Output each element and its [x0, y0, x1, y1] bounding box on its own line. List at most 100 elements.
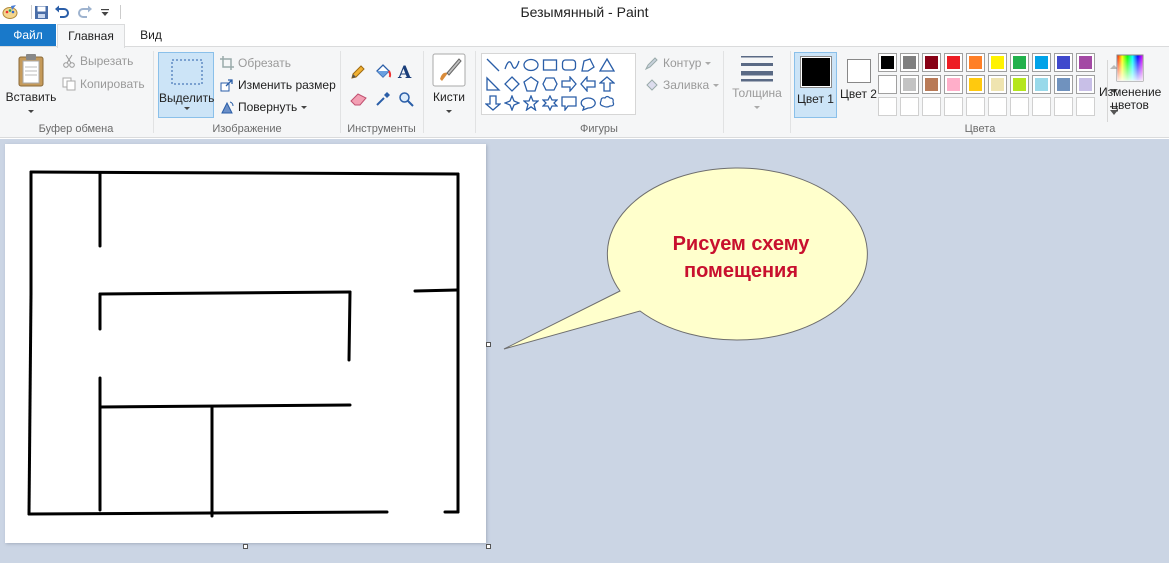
magnifier-icon[interactable] — [398, 91, 414, 110]
color-picker-icon[interactable] — [375, 91, 391, 110]
eraser-icon[interactable] — [350, 92, 368, 109]
fill-bucket-icon[interactable] — [374, 63, 392, 83]
resize-icon — [220, 79, 233, 92]
right-arrow-shape-icon[interactable] — [560, 75, 578, 93]
palette-color-swatch[interactable] — [922, 53, 941, 72]
palette-empty-swatch[interactable] — [1076, 97, 1095, 116]
outline-button[interactable]: Контур — [645, 56, 712, 70]
chevron-down-icon — [713, 83, 720, 87]
rounded-rectangle-shape-icon[interactable] — [560, 56, 578, 74]
tab-home[interactable]: Главная — [57, 24, 125, 48]
palette-color-swatch[interactable] — [1054, 75, 1073, 94]
palette-color-swatch[interactable] — [1010, 75, 1029, 94]
palette-empty-swatch[interactable] — [922, 97, 941, 116]
four-point-star-shape-icon[interactable] — [503, 94, 521, 112]
copy-label: Копировать — [80, 77, 145, 91]
palette-color-swatch[interactable] — [988, 75, 1007, 94]
brushes-button[interactable]: Кисти — [427, 53, 471, 118]
canvas-resize-handle-bottom[interactable] — [243, 544, 248, 549]
window-title: Безымянный - Paint — [520, 4, 649, 20]
fill-button[interactable]: Заливка — [645, 78, 720, 92]
palette-color-fill — [903, 56, 916, 69]
palette-color-fill — [1079, 56, 1092, 69]
selection-rectangle-icon — [171, 59, 203, 85]
select-button[interactable]: Выделить — [158, 52, 214, 118]
rectangular-callout-shape-icon[interactable] — [560, 94, 578, 112]
cut-label: Вырезать — [80, 54, 134, 68]
crop-button[interactable]: Обрезать — [220, 56, 291, 70]
speech-bubble-line1: Рисуем схему — [672, 233, 810, 255]
color1-label: Цвет 1 — [797, 92, 834, 106]
resize-button[interactable]: Изменить размер — [220, 78, 336, 92]
palette-color-swatch[interactable] — [878, 53, 897, 72]
fill-label: Заливка — [663, 78, 710, 92]
canvas-resize-handle-right[interactable] — [486, 342, 491, 347]
tab-view[interactable]: Вид — [128, 24, 174, 47]
pentagon-shape-icon[interactable] — [522, 75, 540, 93]
palette-empty-swatch[interactable] — [1010, 97, 1029, 116]
palette-empty-swatch[interactable] — [944, 97, 963, 116]
palette-empty-swatch[interactable] — [1032, 97, 1051, 116]
chevron-down-icon — [184, 107, 190, 110]
palette-color-swatch[interactable] — [988, 53, 1007, 72]
scissors-icon — [63, 54, 75, 68]
outline-label: Контур — [663, 56, 702, 70]
palette-color-swatch[interactable] — [922, 75, 941, 94]
rotate-button[interactable]: Повернуть — [220, 100, 308, 114]
oval-shape-icon[interactable] — [522, 56, 540, 74]
copy-button[interactable]: Копировать — [62, 77, 145, 91]
line-shape-icon[interactable] — [484, 56, 502, 74]
color1-button[interactable]: Цвет 1 — [794, 52, 837, 118]
up-arrow-shape-icon[interactable] — [598, 75, 616, 93]
palette-color-swatch[interactable] — [1054, 53, 1073, 72]
polygon-shape-icon[interactable] — [579, 56, 597, 74]
cloud-callout-shape-icon[interactable] — [598, 94, 616, 112]
palette-empty-swatch[interactable] — [1054, 97, 1073, 116]
palette-color-swatch[interactable] — [944, 75, 963, 94]
color-wheel-icon — [1116, 54, 1144, 82]
palette-color-swatch[interactable] — [1010, 53, 1029, 72]
text-tool-icon[interactable]: A — [398, 63, 411, 83]
hexagon-shape-icon[interactable] — [541, 75, 559, 93]
palette-color-swatch[interactable] — [1076, 53, 1095, 72]
speech-bubble-line2: помещения — [684, 260, 798, 282]
six-point-star-shape-icon[interactable] — [541, 94, 559, 112]
pencil-icon[interactable] — [350, 64, 366, 83]
palette-color-swatch[interactable] — [900, 53, 919, 72]
right-triangle-shape-icon[interactable] — [484, 75, 502, 93]
color2-button[interactable]: Цвет 2 — [837, 52, 880, 118]
palette-color-swatch[interactable] — [1076, 75, 1095, 94]
palette-color-swatch[interactable] — [878, 75, 897, 94]
oval-callout-shape-icon[interactable] — [579, 94, 597, 112]
palette-color-swatch[interactable] — [1032, 75, 1051, 94]
palette-color-fill — [947, 78, 960, 91]
left-arrow-shape-icon[interactable] — [579, 75, 597, 93]
tab-file[interactable]: Файл — [0, 24, 56, 47]
palette-empty-swatch[interactable] — [966, 97, 985, 116]
triangle-shape-icon[interactable] — [598, 56, 616, 74]
workspace[interactable]: Рисуем схему помещения — [0, 139, 1169, 563]
palette-empty-swatch[interactable] — [988, 97, 1007, 116]
palette-color-swatch[interactable] — [966, 75, 985, 94]
cut-button[interactable]: Вырезать — [62, 54, 133, 68]
diamond-shape-icon[interactable] — [503, 75, 521, 93]
down-arrow-shape-icon[interactable] — [484, 94, 502, 112]
canvas-resize-handle-corner[interactable] — [486, 544, 491, 549]
palette-empty-swatch[interactable] — [900, 97, 919, 116]
palette-color-swatch[interactable] — [1032, 53, 1051, 72]
line-thickness-icon — [741, 56, 773, 82]
curve-shape-icon[interactable] — [503, 56, 521, 74]
palette-color-swatch[interactable] — [944, 53, 963, 72]
paste-button[interactable]: Вставить — [4, 53, 58, 118]
palette-color-swatch[interactable] — [966, 53, 985, 72]
clipboard-group-label: Буфер обмена — [38, 123, 114, 135]
rectangle-shape-icon[interactable] — [541, 56, 559, 74]
size-button[interactable]: Толщина — [727, 53, 787, 114]
five-point-star-shape-icon[interactable] — [522, 94, 540, 112]
palette-empty-swatch[interactable] — [878, 97, 897, 116]
drawing-canvas[interactable] — [5, 144, 486, 543]
palette-color-fill — [881, 78, 894, 91]
chevron-down-icon — [28, 110, 34, 114]
palette-color-swatch[interactable] — [900, 75, 919, 94]
edit-colors-button[interactable]: Изменение цветов — [1099, 53, 1161, 112]
